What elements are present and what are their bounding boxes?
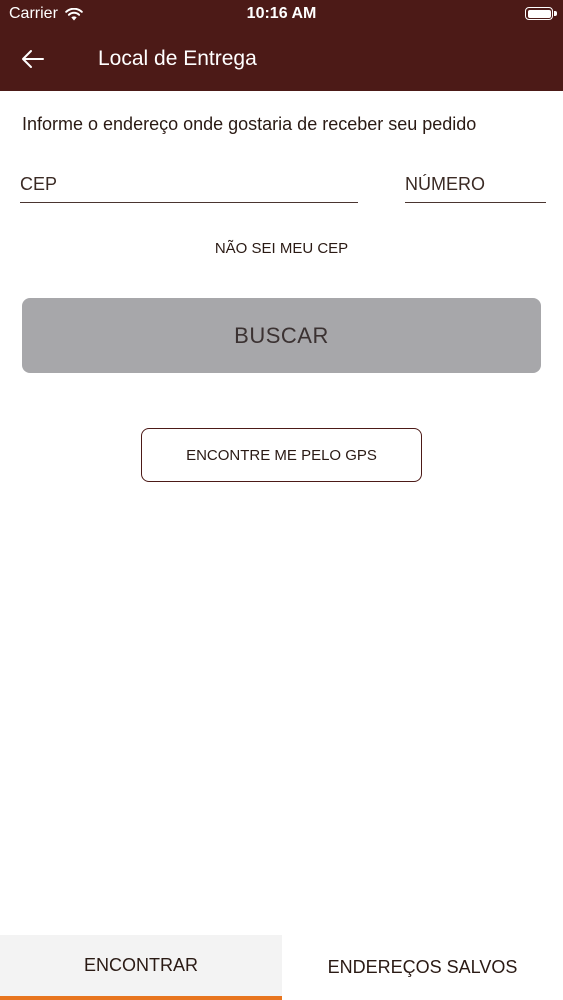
search-button[interactable]: BUSCAR — [22, 298, 541, 373]
instruction-text: Informe o endereço onde gostaria de rece… — [22, 114, 477, 134]
tab-enderecos-salvos[interactable]: ENDEREÇOS SALVOS — [282, 935, 563, 1000]
tab-encontrar[interactable]: ENCONTRAR — [0, 935, 282, 1000]
app-bar: Local de Entrega — [0, 30, 563, 91]
bottom-tab-bar: ENCONTRAR ENDEREÇOS SALVOS — [0, 935, 563, 1000]
arrow-left-icon — [22, 50, 44, 68]
back-button[interactable] — [20, 45, 46, 73]
gps-button[interactable]: ENCONTRE ME PELO GPS — [141, 428, 422, 482]
page-title: Local de Entrega — [98, 47, 257, 70]
unknown-cep-link[interactable]: NÃO SEI MEU CEP — [0, 240, 563, 257]
numero-input[interactable] — [405, 170, 546, 198]
status-bar: Carrier 10:16 AM — [0, 0, 563, 30]
cep-field — [20, 170, 358, 203]
battery-icon — [525, 7, 557, 20]
numero-field — [405, 170, 546, 203]
status-time: 10:16 AM — [246, 5, 317, 22]
cep-input[interactable] — [20, 170, 358, 198]
